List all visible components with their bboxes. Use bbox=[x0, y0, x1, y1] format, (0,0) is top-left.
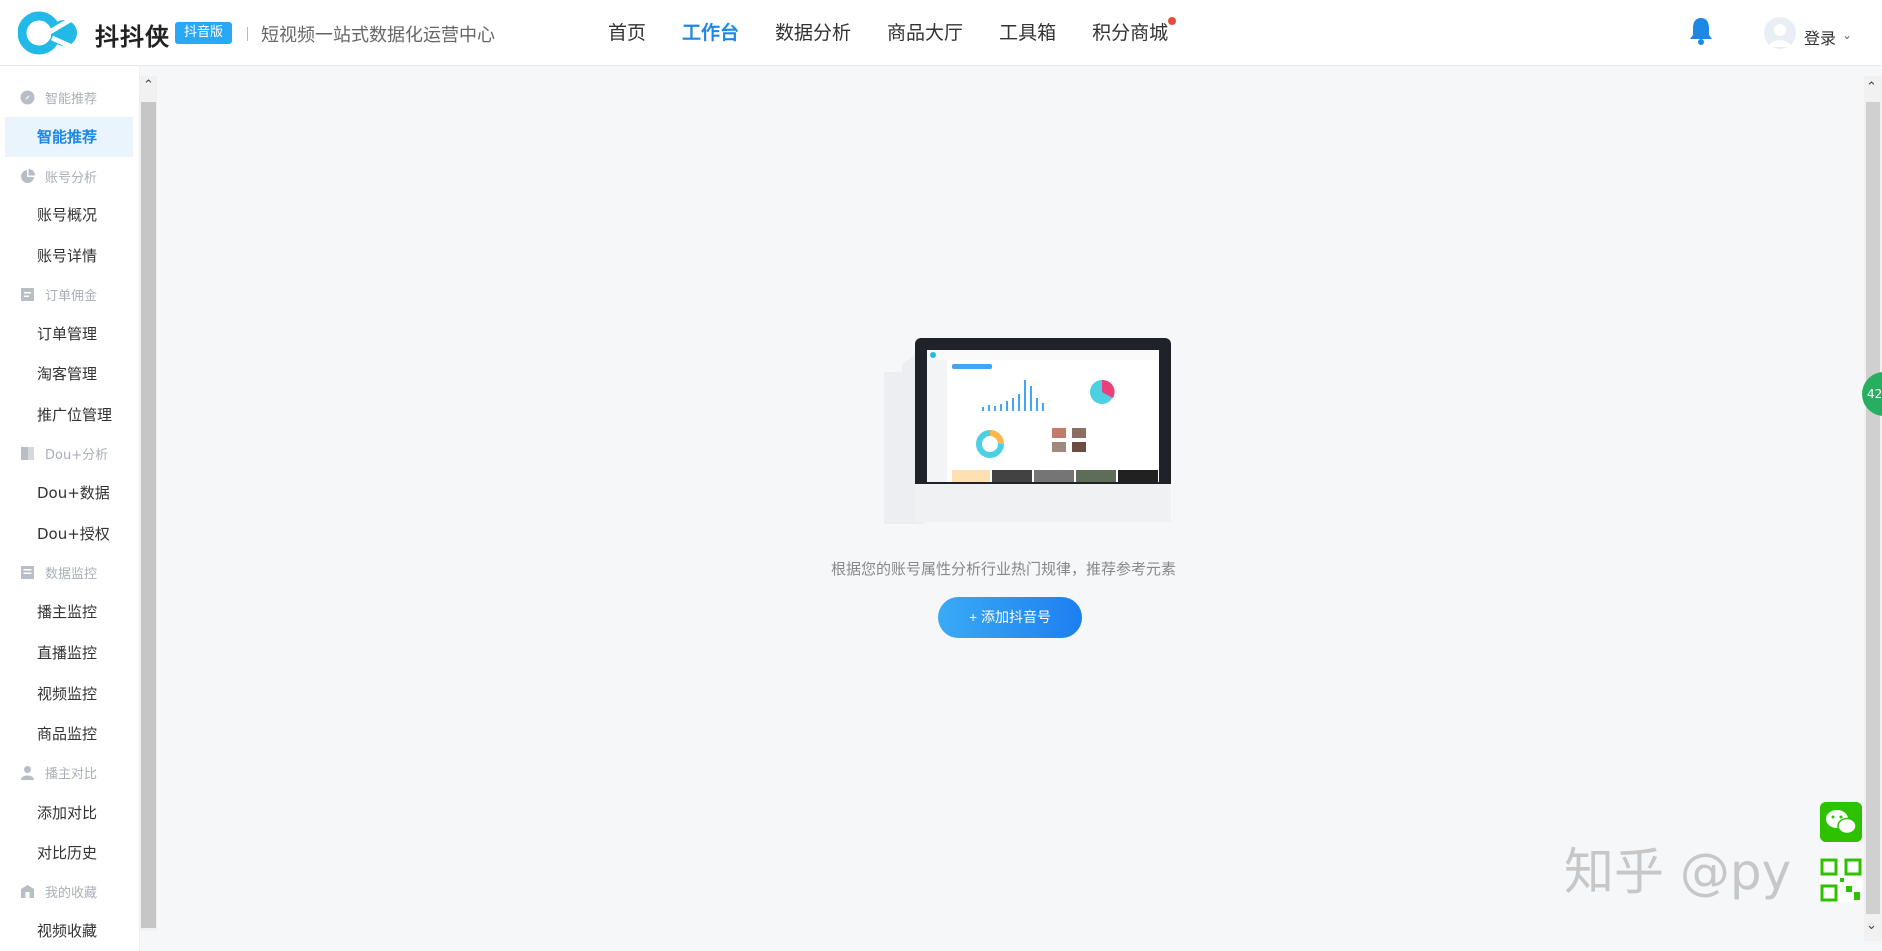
notification-dot bbox=[1168, 17, 1177, 25]
pie-chart-icon bbox=[21, 168, 35, 183]
sidebar-item-video-favorites[interactable]: 视频收藏 bbox=[5, 911, 133, 951]
section-title: 账号分析 bbox=[45, 170, 98, 186]
section-title: 智能推荐 bbox=[45, 91, 98, 107]
wechat-icon[interactable] bbox=[1820, 802, 1862, 842]
sidebar-section-orders: 订单佣金 bbox=[0, 279, 97, 309]
nav-label: 首页 bbox=[608, 22, 647, 44]
scrollbar-thumb[interactable] bbox=[141, 102, 156, 928]
section-title: 订单佣金 bbox=[45, 288, 98, 304]
sidebar-section-dou: Dou+分析 bbox=[0, 438, 108, 468]
sidebar-item-label: 商品监控 bbox=[37, 725, 98, 743]
nav-label: 数据分析 bbox=[775, 22, 852, 44]
sidebar-item-label: Dou+数据 bbox=[37, 484, 110, 502]
chevron-down-icon[interactable]: ⌄ bbox=[1842, 28, 1852, 42]
sidebar-item-label: 添加对比 bbox=[37, 804, 98, 822]
sidebar-section-compare: 播主对比 bbox=[0, 757, 97, 787]
sidebar-item-label: 视频收藏 bbox=[37, 922, 98, 940]
sidebar-item-dou-auth[interactable]: Dou+授权 bbox=[5, 514, 133, 554]
monitor-illustration-icon bbox=[884, 338, 1171, 524]
sidebar-item-taoke-manage[interactable]: 淘客管理 bbox=[5, 354, 133, 394]
sidebar-item-add-compare[interactable]: 添加对比 bbox=[5, 793, 133, 833]
sidebar-item-live-monitor[interactable]: 直播监控 bbox=[5, 633, 133, 673]
section-title: 我的收藏 bbox=[45, 885, 98, 901]
main-content: 根据您的账号属性分析行业热门规律，推荐参考元素 + 添加抖音号 bbox=[157, 66, 1864, 951]
user-icon bbox=[1769, 24, 1791, 47]
chevron-down-icon[interactable]: ⌄ bbox=[1866, 918, 1877, 933]
login-link[interactable]: 登录 bbox=[1804, 25, 1836, 49]
sidebar-item-product-monitor[interactable]: 商品监控 bbox=[5, 714, 133, 754]
version-badge: 抖音版 bbox=[175, 22, 233, 44]
nav-points-mall[interactable]: 积分商城 bbox=[1074, 0, 1186, 66]
nav-data-analysis[interactable]: 数据分析 bbox=[757, 0, 869, 66]
brand-name: 抖抖侠 bbox=[95, 23, 170, 51]
qr-code-icon[interactable] bbox=[1820, 858, 1862, 902]
page-scrollbar[interactable] bbox=[1864, 76, 1882, 941]
sidebar-item-compare-history[interactable]: 对比历史 bbox=[5, 833, 133, 873]
sidebar-item-label: 播主监控 bbox=[37, 603, 98, 621]
nav-workbench[interactable]: 工作台 bbox=[664, 0, 757, 66]
sidebar-scrollbar[interactable]: ⌃ bbox=[140, 76, 157, 931]
sidebar-item-label: 账号概况 bbox=[37, 206, 98, 224]
avatar[interactable] bbox=[1764, 17, 1796, 49]
sidebar-item-streamer-monitor[interactable]: 播主监控 bbox=[5, 592, 133, 632]
sidebar-item-label: Dou+授权 bbox=[37, 525, 110, 543]
brand-divider bbox=[247, 27, 248, 41]
app-root: 抖抖侠 抖音版 短视频一站式数据化运营中心 首页 工作台 数据分析 商品大厅 工… bbox=[0, 0, 1882, 951]
section-title: 数据监控 bbox=[45, 566, 98, 582]
bell-icon[interactable] bbox=[1688, 16, 1714, 46]
sidebar-section-smart: 智能推荐 bbox=[0, 82, 97, 112]
sidebar-item-label: 淘客管理 bbox=[37, 365, 98, 383]
nav-product-hall[interactable]: 商品大厅 bbox=[869, 0, 981, 66]
zhihu-watermark: 知乎 @py bbox=[1564, 843, 1792, 901]
main-nav: 首页 工作台 数据分析 商品大厅 工具箱 积分商城 bbox=[590, 0, 1186, 66]
book-icon bbox=[21, 446, 34, 460]
sidebar-item-promo-manage[interactable]: 推广位管理 bbox=[5, 395, 133, 435]
sidebar-item-dou-data[interactable]: Dou+数据 bbox=[5, 473, 133, 513]
chevron-up-icon[interactable]: ⌃ bbox=[141, 78, 156, 94]
sidebar-item-label: 账号详情 bbox=[37, 247, 98, 265]
nav-label: 工作台 bbox=[682, 22, 740, 44]
add-douyin-account-button[interactable]: + 添加抖音号 bbox=[938, 597, 1082, 638]
empty-state-text: 根据您的账号属性分析行业热门规律，推荐参考元素 bbox=[830, 560, 1176, 578]
sidebar-item-smart-recommend[interactable]: 智能推荐 bbox=[5, 117, 133, 157]
user-icon bbox=[21, 765, 34, 780]
sidebar-item-label: 对比历史 bbox=[37, 844, 98, 862]
sidebar-item-account-overview[interactable]: 账号概况 bbox=[5, 195, 133, 235]
logo-icon[interactable] bbox=[18, 10, 84, 56]
sidebar-item-account-detail[interactable]: 账号详情 bbox=[5, 236, 133, 276]
sidebar-item-video-monitor[interactable]: 视频监控 bbox=[5, 674, 133, 714]
sidebar-item-order-manage[interactable]: 订单管理 bbox=[5, 314, 133, 354]
sidebar-section-account: 账号分析 bbox=[0, 161, 97, 191]
sidebar-section-monitor: 数据监控 bbox=[0, 557, 97, 587]
sidebar: 智能推荐 智能推荐 账号分析 账号概况 账号详情 订单佣金 订单管理 淘客管理 … bbox=[0, 66, 140, 951]
top-header: 抖抖侠 抖音版 短视频一站式数据化运营中心 首页 工作台 数据分析 商品大厅 工… bbox=[0, 0, 1882, 66]
section-title: 播主对比 bbox=[45, 766, 98, 782]
monitor-icon bbox=[21, 565, 34, 579]
sidebar-item-label: 订单管理 bbox=[37, 325, 98, 343]
nav-toolbox[interactable]: 工具箱 bbox=[981, 0, 1074, 66]
compass-icon bbox=[20, 90, 35, 104]
brand-slogan: 短视频一站式数据化运营中心 bbox=[261, 25, 495, 46]
sidebar-item-label: 推广位管理 bbox=[37, 406, 113, 424]
scrollbar-thumb[interactable] bbox=[1866, 102, 1880, 914]
chevron-up-icon[interactable]: ⌃ bbox=[1866, 80, 1877, 95]
sidebar-item-label: 直播监控 bbox=[37, 644, 98, 662]
sidebar-item-label: 智能推荐 bbox=[37, 128, 98, 146]
nav-label: 积分商城 bbox=[1092, 22, 1169, 44]
sidebar-item-label: 视频监控 bbox=[37, 685, 98, 703]
building-icon bbox=[21, 884, 34, 898]
section-title: Dou+分析 bbox=[45, 447, 109, 463]
clipboard-icon bbox=[21, 287, 34, 301]
nav-label: 工具箱 bbox=[999, 22, 1057, 44]
sidebar-section-favorites: 我的收藏 bbox=[0, 876, 97, 906]
nav-home[interactable]: 首页 bbox=[590, 0, 664, 66]
nav-label: 商品大厅 bbox=[887, 22, 964, 44]
